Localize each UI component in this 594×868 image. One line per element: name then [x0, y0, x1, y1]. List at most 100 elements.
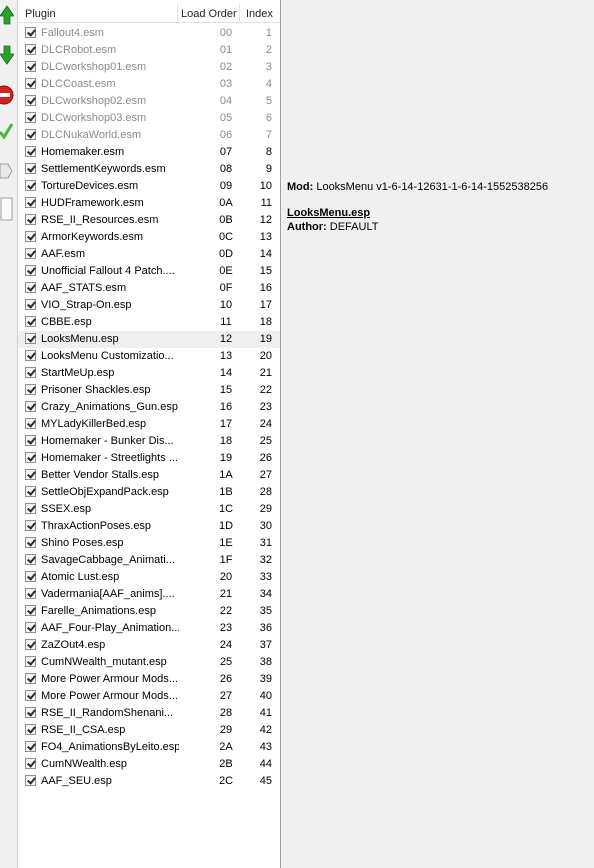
plugin-row[interactable]: MYLadyKillerBed.esp 17 24 [18, 416, 280, 433]
plugin-row[interactable]: SettlementKeywords.esm 08 9 [18, 161, 280, 178]
plugin-enabled-checkbox[interactable] [25, 741, 36, 752]
plugin-row[interactable]: DLCworkshop02.esm 04 5 [18, 93, 280, 110]
plugin-list[interactable]: Plugin Load Order Index Fallout4.esm 00 1 D… [17, 0, 281, 868]
plugin-enabled-checkbox[interactable] [25, 775, 36, 786]
plugin-enabled-checkbox[interactable] [25, 690, 36, 701]
plugin-enabled-checkbox[interactable] [25, 724, 36, 735]
page-icon[interactable] [0, 196, 14, 222]
plugin-enabled-checkbox[interactable] [25, 469, 36, 480]
plugin-enabled-checkbox[interactable] [25, 27, 36, 38]
column-header-plugin[interactable]: Plugin [25, 7, 56, 21]
plugin-row[interactable]: CBBE.esp 11 18 [18, 314, 280, 331]
plugin-row[interactable]: DLCNukaWorld.esm 06 7 [18, 127, 280, 144]
plugin-enabled-checkbox[interactable] [25, 401, 36, 412]
plugin-row[interactable]: ArmorKeywords.esm 0C 13 [18, 229, 280, 246]
plugin-row[interactable]: ThraxActionPoses.esp 1D 30 [18, 518, 280, 535]
plugin-row[interactable]: SavageCabbage_Animati... 1F 32 [18, 552, 280, 569]
plugin-row[interactable]: LooksMenu.esp 12 19 [18, 331, 280, 348]
plugin-row[interactable]: HUDFramework.esm 0A 11 [18, 195, 280, 212]
plugin-enabled-checkbox[interactable] [25, 588, 36, 599]
plugin-enabled-checkbox[interactable] [25, 605, 36, 616]
plugin-enabled-checkbox[interactable] [25, 520, 36, 531]
plugin-row[interactable]: More Power Armour Mods... 26 39 [18, 671, 280, 688]
plugin-row[interactable]: Shino Poses.esp 1E 31 [18, 535, 280, 552]
plugin-row[interactable]: Homemaker.esm 07 8 [18, 144, 280, 161]
plugin-enabled-checkbox[interactable] [25, 554, 36, 565]
plugin-enabled-checkbox[interactable] [25, 44, 36, 55]
plugin-row[interactable]: RSE_II_CSA.esp 29 42 [18, 722, 280, 739]
plugin-enabled-checkbox[interactable] [25, 299, 36, 310]
plugin-row[interactable]: Vadermania[AAF_anims].... 21 34 [18, 586, 280, 603]
plugin-enabled-checkbox[interactable] [25, 197, 36, 208]
plugin-enabled-checkbox[interactable] [25, 384, 36, 395]
plugin-enabled-checkbox[interactable] [25, 707, 36, 718]
forbidden-icon[interactable] [0, 82, 14, 108]
plugin-row[interactable]: Homemaker - Bunker Dis... 18 25 [18, 433, 280, 450]
plugin-enabled-checkbox[interactable] [25, 163, 36, 174]
plugin-enabled-checkbox[interactable] [25, 418, 36, 429]
plugin-enabled-checkbox[interactable] [25, 435, 36, 446]
plugin-enabled-checkbox[interactable] [25, 214, 36, 225]
arrow-down-icon[interactable] [0, 42, 15, 68]
plugin-enabled-checkbox[interactable] [25, 95, 36, 106]
plugin-row[interactable]: Homemaker - Streetlights ... 19 26 [18, 450, 280, 467]
plugin-row[interactable]: RSE_II_RandomShenani... 28 41 [18, 705, 280, 722]
plugin-enabled-checkbox[interactable] [25, 673, 36, 684]
plugin-row[interactable]: DLCworkshop03.esm 05 6 [18, 110, 280, 127]
plugin-enabled-checkbox[interactable] [25, 656, 36, 667]
plugin-row[interactable]: DLCRobot.esm 01 2 [18, 42, 280, 59]
plugin-enabled-checkbox[interactable] [25, 639, 36, 650]
plugin-enabled-checkbox[interactable] [25, 758, 36, 769]
plugin-enabled-checkbox[interactable] [25, 282, 36, 293]
plugin-row[interactable]: TortureDevices.esm 09 10 [18, 178, 280, 195]
column-header-index[interactable]: Index [246, 7, 273, 21]
plugin-enabled-checkbox[interactable] [25, 231, 36, 242]
plugin-row[interactable]: More Power Armour Mods... 27 40 [18, 688, 280, 705]
plugin-enabled-checkbox[interactable] [25, 265, 36, 276]
plugin-row[interactable]: Fallout4.esm 00 1 [18, 25, 280, 42]
plugin-enabled-checkbox[interactable] [25, 571, 36, 582]
plugin-row[interactable]: Better Vendor Stalls.esp 1A 27 [18, 467, 280, 484]
plugin-enabled-checkbox[interactable] [25, 61, 36, 72]
plugin-enabled-checkbox[interactable] [25, 503, 36, 514]
plugin-row[interactable]: SettleObjExpandPack.esp 1B 28 [18, 484, 280, 501]
plugin-enabled-checkbox[interactable] [25, 367, 36, 378]
plugin-row[interactable]: AAF.esm 0D 14 [18, 246, 280, 263]
plugin-row[interactable]: Crazy_Animations_Gun.esp 16 23 [18, 399, 280, 416]
plugin-row[interactable]: CumNWealth_mutant.esp 25 38 [18, 654, 280, 671]
plugin-row[interactable]: LooksMenu Customizatio... 13 20 [18, 348, 280, 365]
checkmark-icon[interactable] [0, 118, 14, 144]
plugin-enabled-checkbox[interactable] [25, 622, 36, 633]
plugin-row[interactable]: DLCworkshop01.esm 02 3 [18, 59, 280, 76]
plugin-enabled-checkbox[interactable] [25, 537, 36, 548]
plugin-row[interactable]: AAF_Four-Play_Animation... 23 36 [18, 620, 280, 637]
plugin-enabled-checkbox[interactable] [25, 248, 36, 259]
plugin-row[interactable]: Unofficial Fallout 4 Patch.... 0E 15 [18, 263, 280, 280]
plugin-row[interactable]: DLCCoast.esm 03 4 [18, 76, 280, 93]
plugin-row[interactable]: Atomic Lust.esp 20 33 [18, 569, 280, 586]
plugin-enabled-checkbox[interactable] [25, 350, 36, 361]
column-header-load-order[interactable]: Load Order [181, 7, 237, 21]
plugin-row[interactable]: FO4_AnimationsByLeito.esp 2A 43 [18, 739, 280, 756]
plugin-row[interactable]: AAF_STATS.esm 0F 16 [18, 280, 280, 297]
plugin-enabled-checkbox[interactable] [25, 486, 36, 497]
plugin-row[interactable]: StartMeUp.esp 14 21 [18, 365, 280, 382]
plugin-enabled-checkbox[interactable] [25, 180, 36, 191]
plugin-enabled-checkbox[interactable] [25, 146, 36, 157]
plugin-enabled-checkbox[interactable] [25, 452, 36, 463]
plugin-row[interactable]: Prisoner Shackles.esp 15 22 [18, 382, 280, 399]
plugin-enabled-checkbox[interactable] [25, 112, 36, 123]
plugin-row[interactable]: Farelle_Animations.esp 22 35 [18, 603, 280, 620]
tag-icon[interactable] [0, 158, 14, 184]
plugin-row[interactable]: AAF_SEU.esp 2C 45 [18, 773, 280, 790]
plugin-enabled-checkbox[interactable] [25, 129, 36, 140]
plugin-row[interactable]: CumNWealth.esp 2B 44 [18, 756, 280, 773]
plugin-row[interactable]: VIO_Strap-On.esp 10 17 [18, 297, 280, 314]
arrow-up-icon[interactable] [0, 2, 15, 28]
plugin-row[interactable]: RSE_II_Resources.esm 0B 12 [18, 212, 280, 229]
plugin-enabled-checkbox[interactable] [25, 78, 36, 89]
plugin-row[interactable]: ZaZOut4.esp 24 37 [18, 637, 280, 654]
plugin-row[interactable]: SSEX.esp 1C 29 [18, 501, 280, 518]
plugin-enabled-checkbox[interactable] [25, 333, 36, 344]
plugin-enabled-checkbox[interactable] [25, 316, 36, 327]
